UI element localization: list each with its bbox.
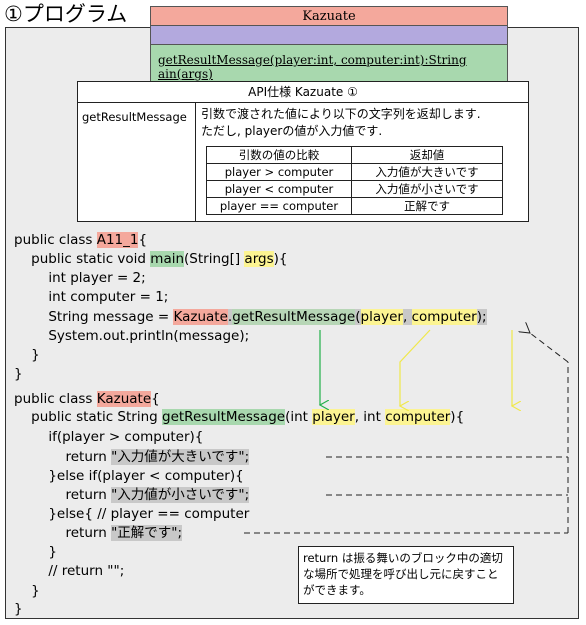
return-dashed-arrows [244, 333, 569, 534]
player-arg-arrow [400, 329, 431, 406]
arrow-layer [244, 0, 569, 534]
